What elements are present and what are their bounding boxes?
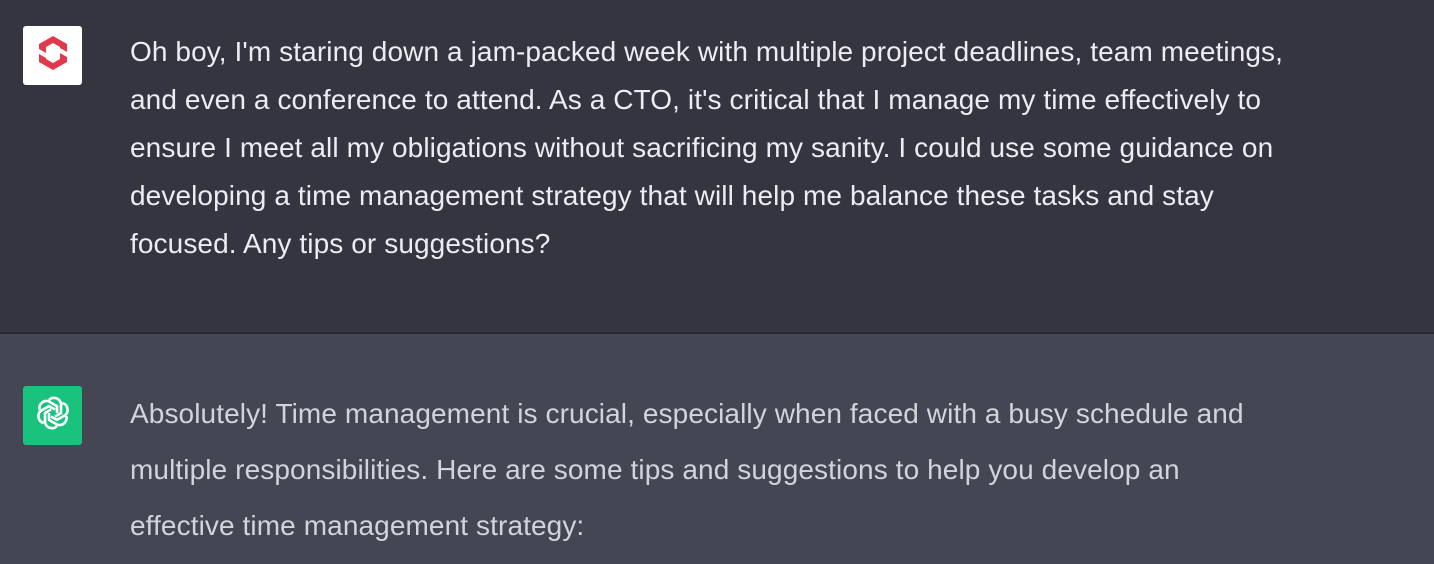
user-brand-logo-icon (36, 34, 70, 77)
assistant-avatar (23, 386, 82, 445)
openai-logo-icon (34, 394, 72, 437)
user-message-text: Oh boy, I'm staring down a jam-packed we… (130, 36, 1284, 259)
user-message: Oh boy, I'm staring down a jam-packed we… (0, 0, 1434, 334)
assistant-message-text: Absolutely! Time management is crucial, … (130, 398, 1244, 541)
user-avatar (23, 26, 82, 85)
assistant-message: Absolutely! Time management is crucial, … (0, 334, 1434, 564)
